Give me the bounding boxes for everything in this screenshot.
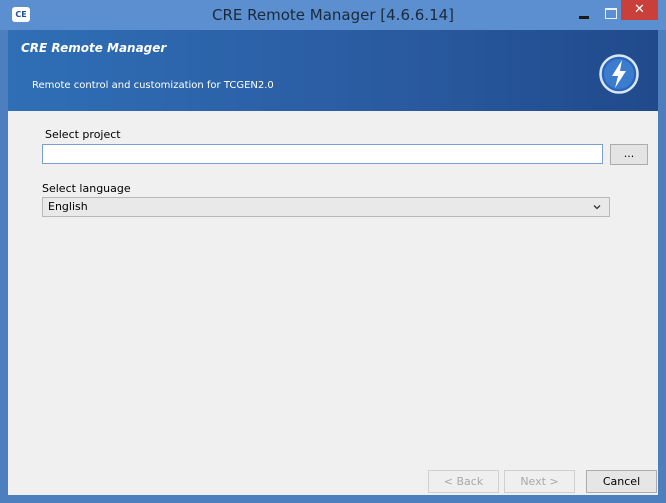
minimize-button[interactable] <box>574 8 594 22</box>
browse-button[interactable]: ... <box>610 144 648 165</box>
language-value: English <box>48 200 88 213</box>
banner-subtitle: Remote control and customization for TCG… <box>32 80 274 91</box>
next-button[interactable]: Next > <box>504 470 575 493</box>
cancel-button[interactable]: Cancel <box>586 470 657 493</box>
wizard-client-area: CRE Remote Manager Remote control and cu… <box>8 30 658 495</box>
close-icon: ✕ <box>634 2 645 17</box>
select-project-label: Select project <box>45 128 121 141</box>
select-language-label: Select language <box>42 182 131 195</box>
language-select[interactable]: English <box>42 197 610 217</box>
chevron-down-icon <box>593 205 601 210</box>
close-button[interactable]: ✕ <box>621 0 658 20</box>
window-title: CRE Remote Manager [4.6.6.14] <box>211 6 455 24</box>
minimize-icon <box>579 16 589 19</box>
banner-title: CRE Remote Manager <box>21 41 167 55</box>
header-banner: CRE Remote Manager Remote control and cu… <box>8 30 658 111</box>
title-bar[interactable]: CE CRE Remote Manager [4.6.6.14] ✕ <box>0 0 666 30</box>
back-button[interactable]: < Back <box>428 470 499 493</box>
maximize-icon <box>605 8 617 19</box>
lightning-bolt-icon <box>599 54 639 94</box>
maximize-button[interactable] <box>601 6 621 22</box>
app-window: CE CRE Remote Manager [4.6.6.14] ✕ CRE R… <box>0 0 666 503</box>
project-path-input[interactable] <box>42 144 603 164</box>
